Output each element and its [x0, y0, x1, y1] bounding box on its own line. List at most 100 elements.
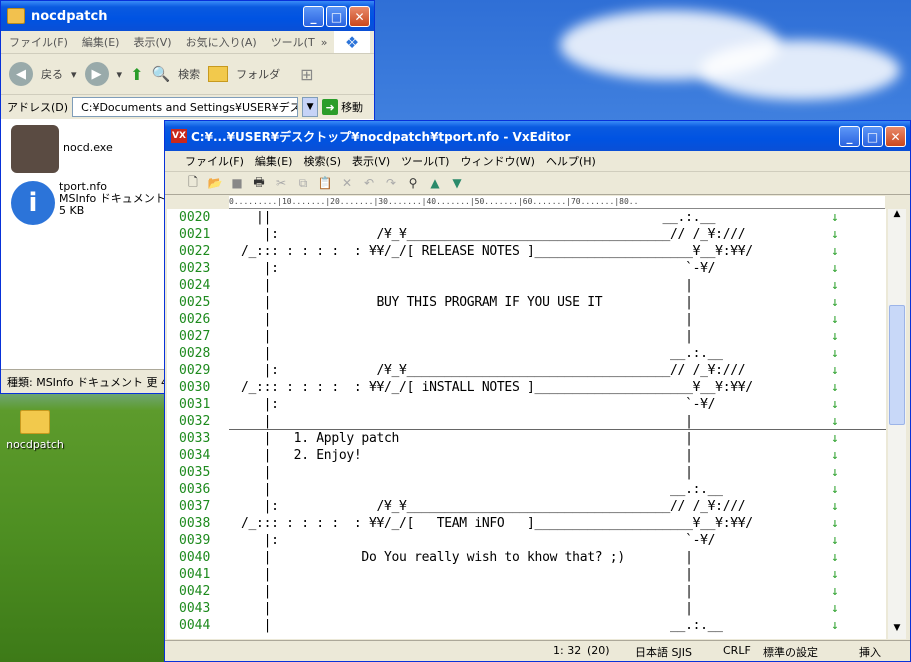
dropdown-icon[interactable]: ▾ [71, 68, 77, 81]
back-button[interactable]: 戻る [41, 66, 63, 82]
info-icon: i [11, 181, 55, 225]
menu-edit[interactable]: 編集(E) [255, 153, 293, 169]
line-end-marker: ↓ [831, 278, 839, 293]
text-line: 0033 | 1. Apply patch | ↓ [167, 430, 886, 447]
paste-icon[interactable]: 📋 [317, 175, 333, 191]
file-item[interactable]: nocd.exe [11, 125, 113, 173]
find-prev-icon[interactable]: ▲ [427, 175, 443, 191]
line-text: | Do You really wish to khow that? ;) | [241, 550, 693, 565]
text-line: 0025 | BUY THIS PROGRAM IF YOU USE IT | ↓ [167, 294, 886, 311]
line-text: |: `-¥/ [241, 261, 716, 276]
text-line: 0027 | | ↓ [167, 328, 886, 345]
menu-view[interactable]: 表示(V) [133, 34, 171, 50]
menu-tools[interactable]: ツール(T) [401, 153, 449, 169]
line-number: 0022 [179, 244, 211, 259]
copy-icon[interactable]: ⧉ [295, 175, 311, 191]
back-arrow-icon[interactable]: ◀ [9, 62, 33, 86]
file-item[interactable]: i tport.nfo MSInfo ドキュメント 5 KB [11, 181, 166, 225]
line-text: |: `-¥/ [241, 533, 716, 548]
line-end-marker: ↓ [831, 482, 839, 497]
line-text: /_::: : : : : : ¥¥/_/[ RELEASE NOTES ]__… [241, 244, 753, 259]
find-icon[interactable]: ⚲ [405, 175, 421, 191]
line-end-marker: ↓ [831, 584, 839, 599]
views-icon[interactable]: ⊞ [300, 65, 313, 84]
text-line: 0039 |: `-¥/ ↓ [167, 532, 886, 549]
menu-file[interactable]: ファイル(F) [9, 34, 68, 50]
line-text: || __.:.__ [241, 210, 716, 225]
undo-icon[interactable]: ↶ [361, 175, 377, 191]
scroll-up-icon[interactable]: ▲ [888, 209, 906, 225]
close-button[interactable]: ✕ [885, 126, 906, 147]
editor-text-area[interactable]: 0020 || __.:.__ ↓ 0021 |: /¥_¥____________… [167, 209, 886, 639]
line-text: | __.:.__ [241, 618, 723, 633]
line-text: | | [241, 584, 693, 599]
go-arrow-icon: ➜ [322, 99, 339, 115]
save-icon[interactable]: ■ [229, 175, 245, 191]
menu-favorites[interactable]: お気に入り(A) [186, 34, 257, 50]
maximize-button[interactable]: □ [862, 126, 883, 147]
minimize-button[interactable]: _ [839, 126, 860, 147]
line-text: | | [241, 601, 693, 616]
line-end-marker: ↓ [831, 601, 839, 616]
file-size: 5 KB [59, 204, 85, 217]
desktop-folder[interactable]: nocdpatch [0, 410, 70, 451]
folders-icon[interactable] [208, 66, 229, 82]
editor-titlebar[interactable]: VX C:¥...¥USER¥デスクトップ¥nocdpatch¥tport.nf… [165, 121, 910, 151]
menu-more[interactable]: » [321, 36, 328, 49]
line-text: | | [241, 465, 693, 480]
maximize-button[interactable]: □ [326, 6, 347, 27]
line-end-marker: ↓ [831, 380, 839, 395]
line-number: 0038 [179, 516, 211, 531]
address-dropdown-icon[interactable]: ▼ [302, 97, 319, 117]
menu-file[interactable]: ファイル(F) [185, 153, 244, 169]
go-label: 移動 [341, 101, 364, 114]
address-input[interactable]: C:¥Documents and Settings¥USER¥デスク [72, 97, 299, 117]
dropdown-icon[interactable]: ▾ [117, 68, 123, 81]
text-line: 0032 | | ↓ [167, 413, 886, 430]
line-number: 0025 [179, 295, 211, 310]
line-number: 0044 [179, 618, 211, 633]
text-line: 0043 | | ↓ [167, 600, 886, 617]
editor-window: VX C:¥...¥USER¥デスクトップ¥nocdpatch¥tport.nf… [164, 120, 911, 662]
line-text: /_::: : : : : : ¥¥/_/[ iNSTALL NOTES ]__… [241, 380, 753, 395]
line-end-marker: ↓ [831, 363, 839, 378]
folders-button[interactable]: フォルダ [236, 66, 280, 82]
text-line: 0021 |: /¥_¥____________________________… [167, 226, 886, 243]
go-button[interactable]: ➜ 移動 [322, 99, 363, 115]
menu-tools[interactable]: ツール(T [271, 34, 315, 50]
cut-icon[interactable]: ✂ [273, 175, 289, 191]
minimize-button[interactable]: _ [303, 6, 324, 27]
text-line: 0034 | 2. Enjoy! | ↓ [167, 447, 886, 464]
menu-view[interactable]: 表示(V) [352, 153, 390, 169]
delete-icon[interactable]: ✕ [339, 175, 355, 191]
search-button[interactable]: 検索 [178, 66, 200, 82]
vertical-scrollbar[interactable]: ▲ ▼ [888, 209, 906, 639]
forward-arrow-icon[interactable]: ▶ [84, 62, 109, 86]
menu-search[interactable]: 検索(S) [303, 153, 341, 169]
line-end-marker: ↓ [831, 414, 839, 429]
search-icon[interactable]: 🔍 [151, 65, 170, 83]
new-file-icon[interactable]: 🗋 [185, 175, 201, 191]
explorer-title: nocdpatch [31, 8, 108, 24]
scroll-down-icon[interactable]: ▼ [888, 623, 906, 639]
line-end-marker: ↓ [831, 397, 839, 412]
line-number: 0037 [179, 499, 211, 514]
find-next-icon[interactable]: ▼ [449, 175, 465, 191]
explorer-toolbar: ◀ 戻る ▾ ▶ ▾ ⬆ 🔍 検索 フォルダ ⊞ [1, 54, 374, 95]
line-number: 0033 [179, 431, 211, 446]
menu-help[interactable]: ヘルプ(H) [546, 153, 596, 169]
print-icon[interactable]: 🖶 [251, 175, 267, 191]
up-folder-icon[interactable]: ⬆ [130, 65, 143, 84]
editor-title: C:¥...¥USER¥デスクトップ¥nocdpatch¥tport.nfo -… [191, 129, 571, 144]
redo-icon[interactable]: ↷ [383, 175, 399, 191]
open-folder-icon[interactable]: 📂 [207, 175, 223, 191]
line-text: /_::: : : : : : ¥¥/_/[ TEAM iNFO ]______… [241, 516, 753, 531]
close-button[interactable]: ✕ [349, 6, 370, 27]
explorer-titlebar[interactable]: nocdpatch _ □ ✕ [1, 1, 374, 31]
text-line: 0026 | | ↓ [167, 311, 886, 328]
scrollbar-thumb[interactable] [889, 305, 905, 425]
line-text: | | [241, 329, 693, 344]
menu-window[interactable]: ウィンドウ(W) [460, 153, 534, 169]
menu-edit[interactable]: 編集(E) [82, 34, 120, 50]
text-line: 0029 |: /¥_¥____________________________… [167, 362, 886, 379]
